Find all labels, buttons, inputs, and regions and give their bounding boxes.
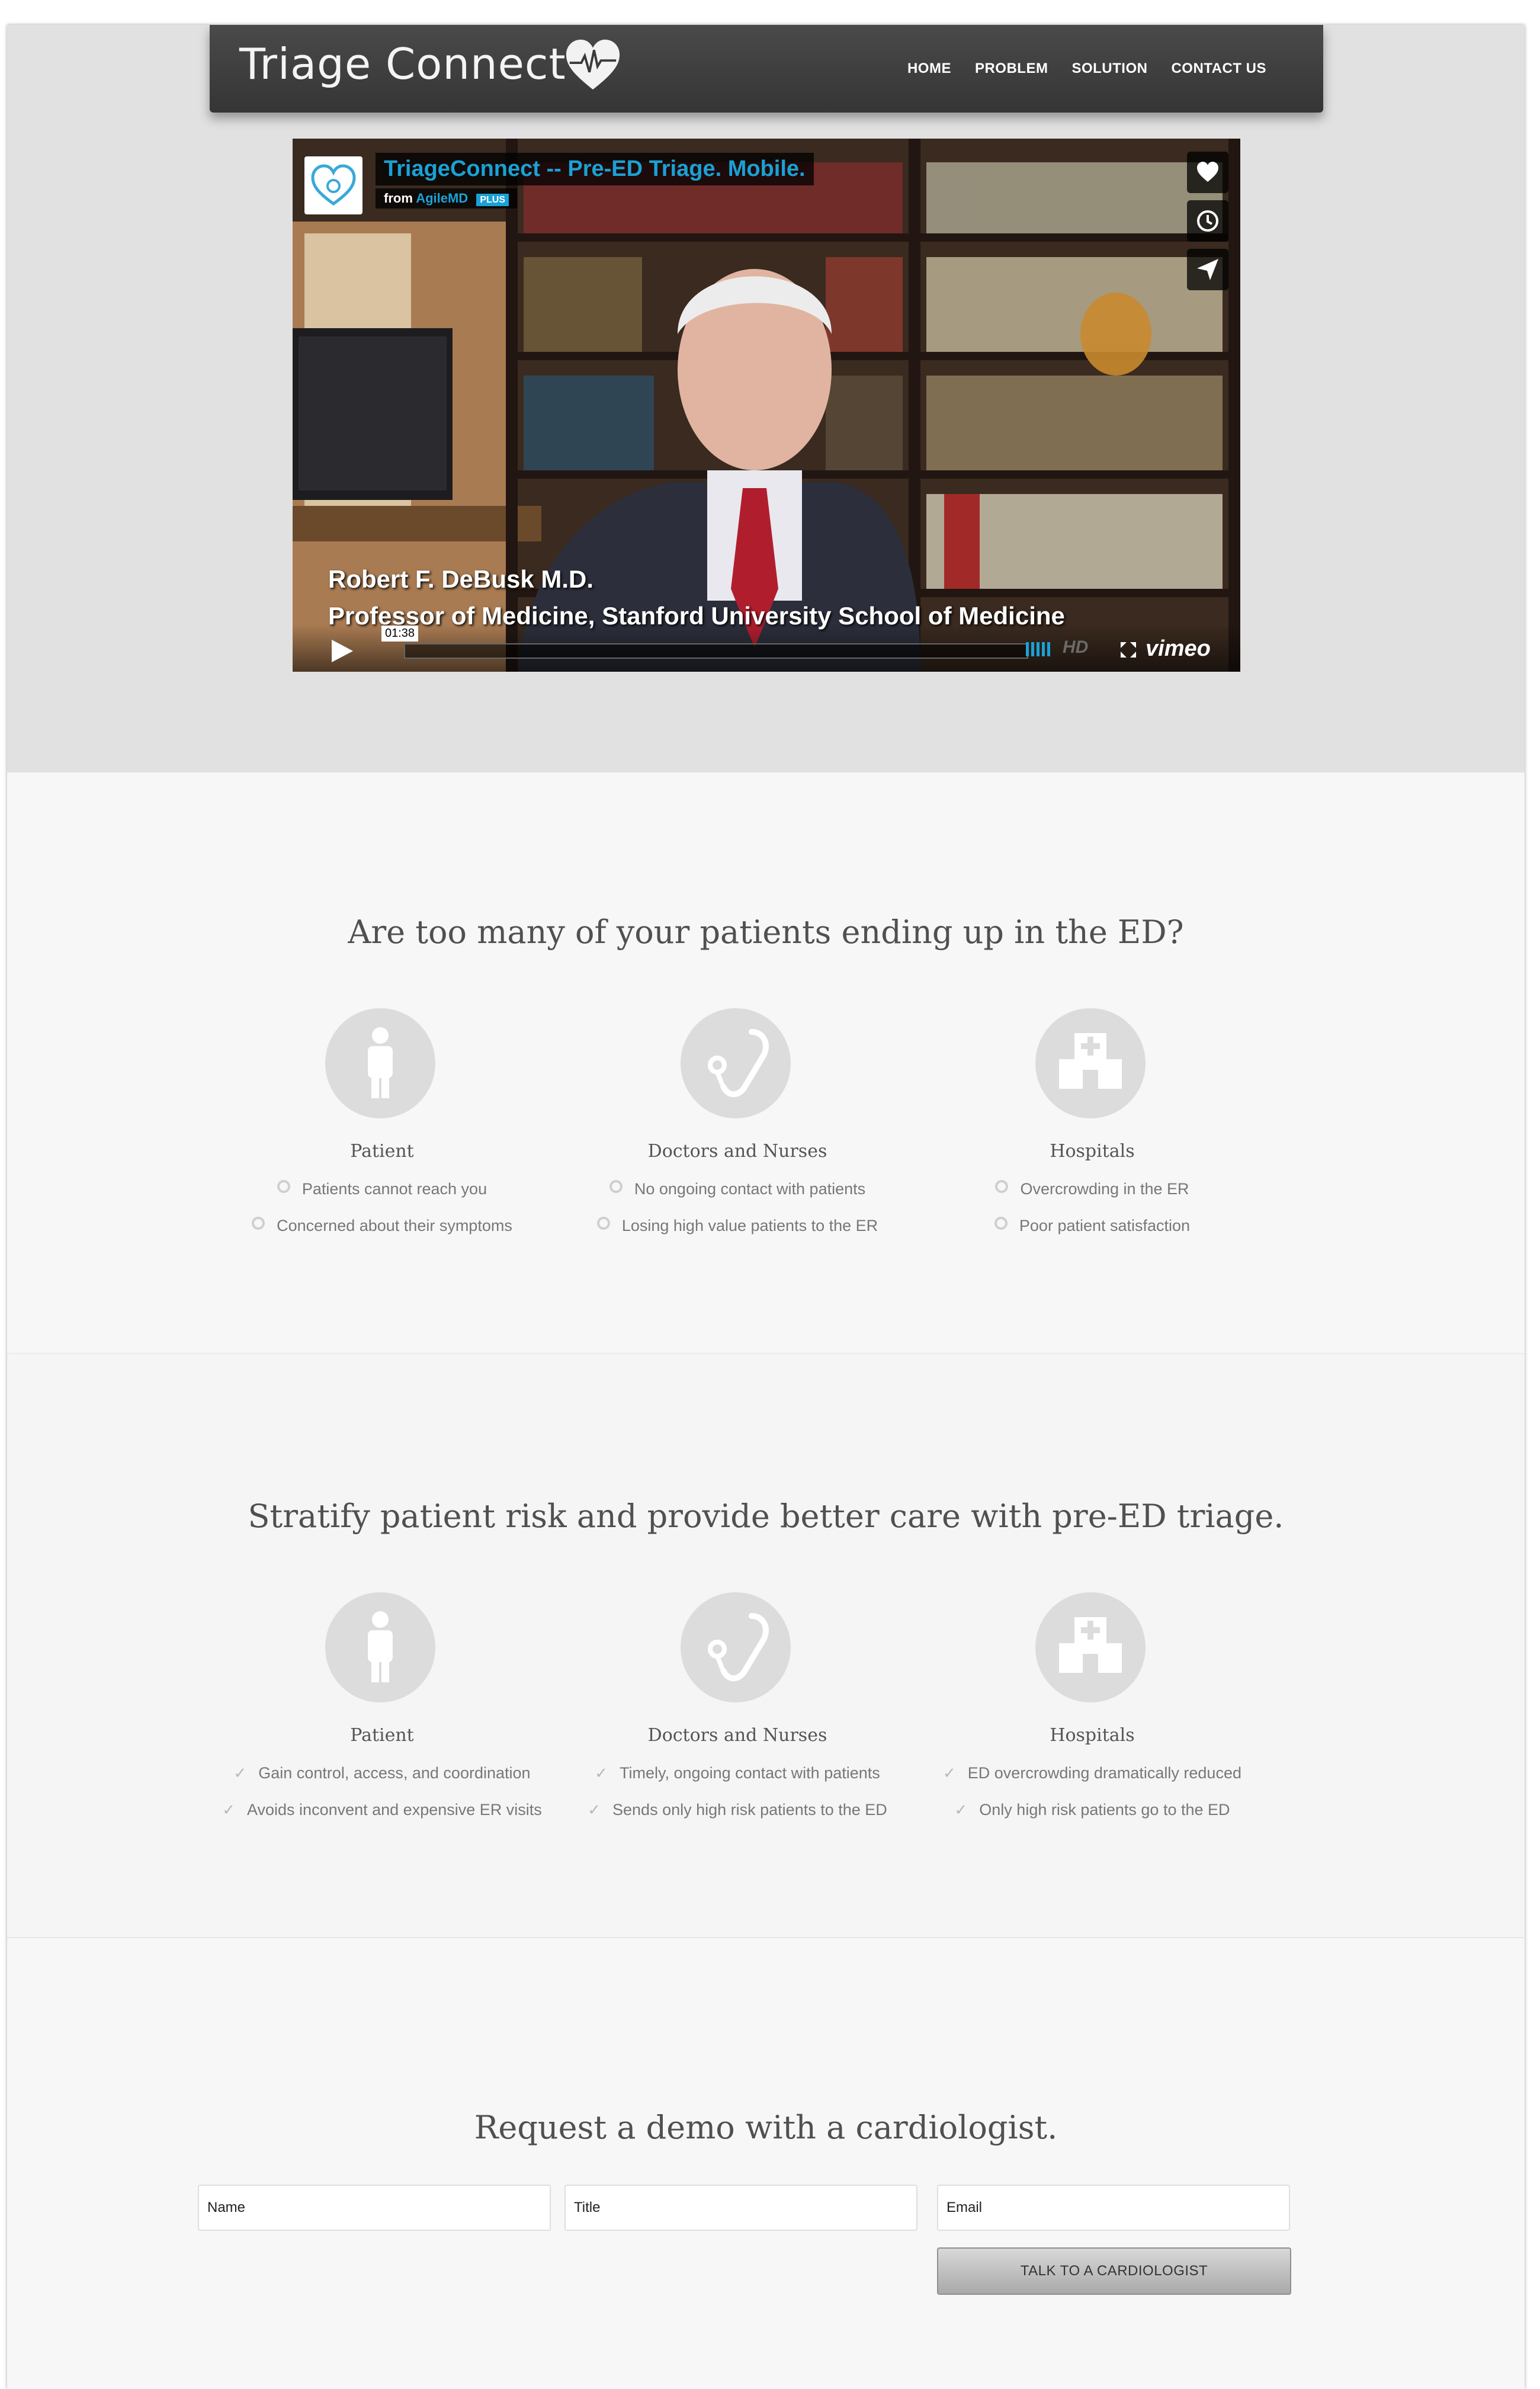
hero-section: Triage Connect HOME PROBLEM SOLUTION CON…: [7, 25, 1525, 773]
from-label: from: [384, 191, 413, 206]
brand-name[interactable]: Triage Connect: [239, 39, 566, 89]
person-icon: [325, 1008, 435, 1118]
list-item: ✓ ED overcrowding dramatically reduced: [942, 1764, 1241, 1782]
page: Triage Connect HOME PROBLEM SOLUTION CON…: [7, 25, 1525, 2389]
email-field[interactable]: [937, 2185, 1290, 2231]
problem-section: Are too many of your patients ending up …: [7, 772, 1525, 1353]
check-icon: ✓: [233, 1764, 247, 1782]
send-icon: [1197, 259, 1218, 280]
nav-home[interactable]: HOME: [907, 60, 951, 77]
check-icon: ✓: [954, 1801, 968, 1819]
player-controls: 01:38 HD vimeo: [293, 624, 1240, 672]
solution-section: Stratify patient risk and provide better…: [7, 1353, 1525, 1938]
vimeo-logo[interactable]: vimeo: [1146, 636, 1211, 662]
channel-logo[interactable]: [304, 156, 362, 214]
hd-button[interactable]: HD: [1063, 637, 1088, 658]
play-icon[interactable]: [328, 637, 355, 665]
list-item: ✓ Timely, ongoing contact with patients: [595, 1764, 880, 1782]
list-item: ✓ Sends only high risk patients to the ED: [588, 1801, 887, 1819]
hospital-icon: [1035, 1592, 1146, 1702]
list-item: Overcrowding in the ER: [915, 1180, 1270, 1198]
video-player[interactable]: TriageConnect -- Pre-ED Triage. Mobile. …: [293, 139, 1240, 672]
caption-name: Robert F. DeBusk M.D.: [328, 565, 594, 593]
plus-badge: PLUS: [476, 194, 509, 206]
time-display: 01:38: [381, 626, 419, 642]
check-icon: ✓: [222, 1801, 235, 1819]
list-item: Concerned about their symptoms: [204, 1217, 560, 1235]
stethoscope-heart-icon: [311, 164, 356, 206]
col-title: Hospitals: [1050, 1141, 1135, 1162]
stethoscope-icon: [681, 1592, 791, 1702]
demo-section: Request a demo with a cardiologist.: [7, 1937, 1525, 2389]
check-icon: ✓: [588, 1801, 601, 1819]
clock-icon: [1197, 210, 1218, 232]
name-field[interactable]: [198, 2185, 551, 2231]
list-item: Losing high value patients to the ER: [560, 1217, 915, 1235]
progress-track[interactable]: [404, 643, 1028, 659]
nav-solution[interactable]: SOLUTION: [1071, 60, 1147, 77]
hospital-icon: [1035, 1008, 1146, 1118]
nav-contact-us[interactable]: CONTACT US: [1171, 60, 1266, 77]
list-item: ✓ Only high risk patients go to the ED: [954, 1801, 1230, 1819]
heart-pulse-icon: [566, 39, 620, 90]
list-item: ✓ Gain control, access, and coordination: [233, 1764, 531, 1782]
title-field[interactable]: [564, 2185, 917, 2231]
demo-title: Request a demo with a cardiologist.: [474, 2109, 1058, 2146]
share-button[interactable]: [1187, 249, 1228, 290]
col-title: Hospitals: [1050, 1725, 1135, 1746]
watch-later-button[interactable]: [1187, 200, 1228, 242]
list-item: ✓ Avoids inconvent and expensive ER visit…: [222, 1801, 542, 1819]
list-item: Patients cannot reach you: [204, 1180, 560, 1198]
nav-problem[interactable]: PROBLEM: [975, 60, 1048, 77]
like-button[interactable]: [1187, 152, 1228, 193]
solution-title: Stratify patient risk and provide better…: [248, 1497, 1284, 1535]
channel-name[interactable]: AgileMD: [416, 191, 468, 206]
person-icon: [325, 1592, 435, 1702]
list-item: No ongoing contact with patients: [560, 1180, 915, 1198]
col-title: Doctors and Nurses: [647, 1141, 827, 1162]
col-title: Doctors and Nurses: [647, 1725, 827, 1746]
video-from: from AgileMD PLUS: [376, 188, 517, 209]
col-title: Patient: [350, 1725, 414, 1746]
video-title[interactable]: TriageConnect -- Pre-ED Triage. Mobile.: [376, 153, 814, 185]
problem-title: Are too many of your patients ending up …: [348, 913, 1184, 951]
fullscreen-icon[interactable]: [1119, 641, 1137, 659]
heart-icon: [1197, 162, 1218, 182]
col-title: Patient: [350, 1141, 414, 1162]
list-item: Poor patient satisfaction: [915, 1217, 1270, 1235]
check-icon: ✓: [942, 1764, 956, 1782]
main-nav: HOME PROBLEM SOLUTION CONTACT US: [907, 60, 1266, 77]
check-icon: ✓: [595, 1764, 608, 1782]
stethoscope-icon: [681, 1008, 791, 1118]
talk-to-cardiologist-button[interactable]: TALK TO A CARDIOLOGIST: [937, 2247, 1291, 2295]
navbar: Triage Connect HOME PROBLEM SOLUTION CON…: [210, 25, 1323, 113]
volume-icon[interactable]: [1025, 640, 1054, 658]
